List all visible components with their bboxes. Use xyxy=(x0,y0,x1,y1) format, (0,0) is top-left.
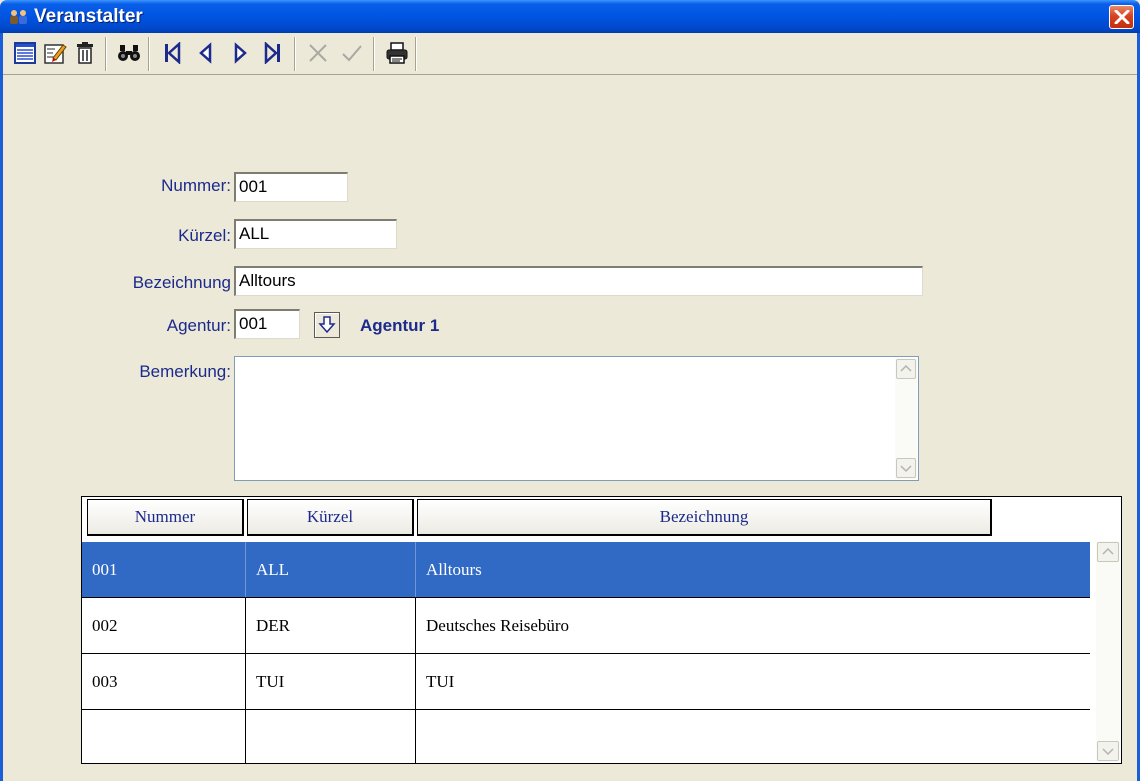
kuerzel-label: Kürzel: xyxy=(178,226,231,245)
toolbar-separator xyxy=(105,37,107,71)
prev-icon xyxy=(199,42,212,64)
first-icon xyxy=(165,42,181,64)
toolbar-separator xyxy=(415,37,417,71)
veranstalter-grid: Nummer Kürzel Bezeichnung 001 ALL Alltou… xyxy=(81,496,1122,764)
agentur-lookup-button[interactable] xyxy=(314,312,340,338)
cross-icon xyxy=(309,44,327,62)
cell-kuerzel: ALL xyxy=(246,542,416,597)
cell-nummer: 003 xyxy=(82,654,246,709)
grid-scrollbar[interactable] xyxy=(1096,541,1120,762)
agentur-name: Agentur 1 xyxy=(360,316,440,335)
cell-kuerzel: TUI xyxy=(246,654,416,709)
cell-bezeichnung: Deutsches Reisebüro xyxy=(426,616,570,635)
toolbar-separator xyxy=(294,37,296,71)
cell-nummer: 001 xyxy=(82,542,246,597)
title-bar: Veranstalter xyxy=(0,0,1140,33)
check-icon xyxy=(342,45,362,62)
prev-record-button[interactable] xyxy=(191,38,221,68)
kuerzel-field[interactable]: ALL xyxy=(234,219,397,249)
cell-nummer: 002 xyxy=(82,598,246,653)
edit-record-button[interactable] xyxy=(40,38,70,68)
next-icon xyxy=(234,42,247,64)
toolbar-separator xyxy=(148,37,150,71)
agentur-field[interactable]: 001 xyxy=(234,309,300,339)
table-row[interactable]: 003 TUI TUI xyxy=(82,654,1090,710)
column-header-nummer[interactable]: Nummer xyxy=(87,499,244,536)
people-icon xyxy=(8,8,30,26)
last-record-button[interactable] xyxy=(258,38,288,68)
print-button[interactable] xyxy=(382,38,412,68)
printer-icon xyxy=(386,42,408,64)
toolbar xyxy=(3,33,1137,75)
close-icon xyxy=(1114,10,1130,24)
confirm-button[interactable] xyxy=(337,38,367,68)
cell-nummer xyxy=(82,710,246,763)
next-record-button[interactable] xyxy=(225,38,255,68)
column-header-bezeichnung[interactable]: Bezeichnung xyxy=(417,499,992,536)
cancel-button[interactable] xyxy=(303,38,333,68)
nummer-label: Nummer: xyxy=(161,176,231,195)
toolbar-separator xyxy=(373,37,375,71)
close-button[interactable] xyxy=(1109,5,1134,29)
bemerkung-label: Bemerkung: xyxy=(139,362,231,381)
cell-bezeichnung: TUI xyxy=(426,672,455,691)
edit-icon xyxy=(44,44,67,64)
scroll-down-icon[interactable] xyxy=(1097,741,1119,761)
cell-kuerzel: DER xyxy=(246,598,416,653)
agentur-label: Agentur: xyxy=(166,316,231,335)
first-record-button[interactable] xyxy=(157,38,187,68)
cell-bezeichnung: Alltours xyxy=(426,560,482,579)
last-icon xyxy=(264,42,280,64)
scroll-down-icon[interactable] xyxy=(896,458,916,478)
binoculars-icon xyxy=(118,45,140,61)
table-row[interactable] xyxy=(82,710,1090,763)
column-header-kuerzel[interactable]: Kürzel xyxy=(247,499,414,536)
scroll-up-icon[interactable] xyxy=(1097,542,1119,562)
table-row[interactable]: 002 DER Deutsches Reisebüro xyxy=(82,598,1090,654)
new-record-button[interactable] xyxy=(10,38,40,68)
trash-icon xyxy=(77,42,93,64)
window-title: Veranstalter xyxy=(34,6,143,27)
bezeichnung-field[interactable]: Alltours xyxy=(234,266,923,296)
table-row[interactable]: 001 ALL Alltours xyxy=(82,542,1090,598)
nummer-field[interactable]: 001 xyxy=(234,172,348,202)
bemerkung-textarea[interactable] xyxy=(234,356,919,481)
cell-kuerzel xyxy=(246,710,416,763)
list-icon xyxy=(14,42,36,64)
bezeichnung-label: Bezeichnung xyxy=(132,273,231,292)
scroll-up-icon[interactable] xyxy=(896,359,916,379)
arrow-down-icon xyxy=(318,316,336,334)
search-button[interactable] xyxy=(114,38,144,68)
delete-record-button[interactable] xyxy=(70,38,100,68)
memo-scrollbar[interactable] xyxy=(895,358,917,479)
cell-bezeichnung xyxy=(416,710,1090,763)
